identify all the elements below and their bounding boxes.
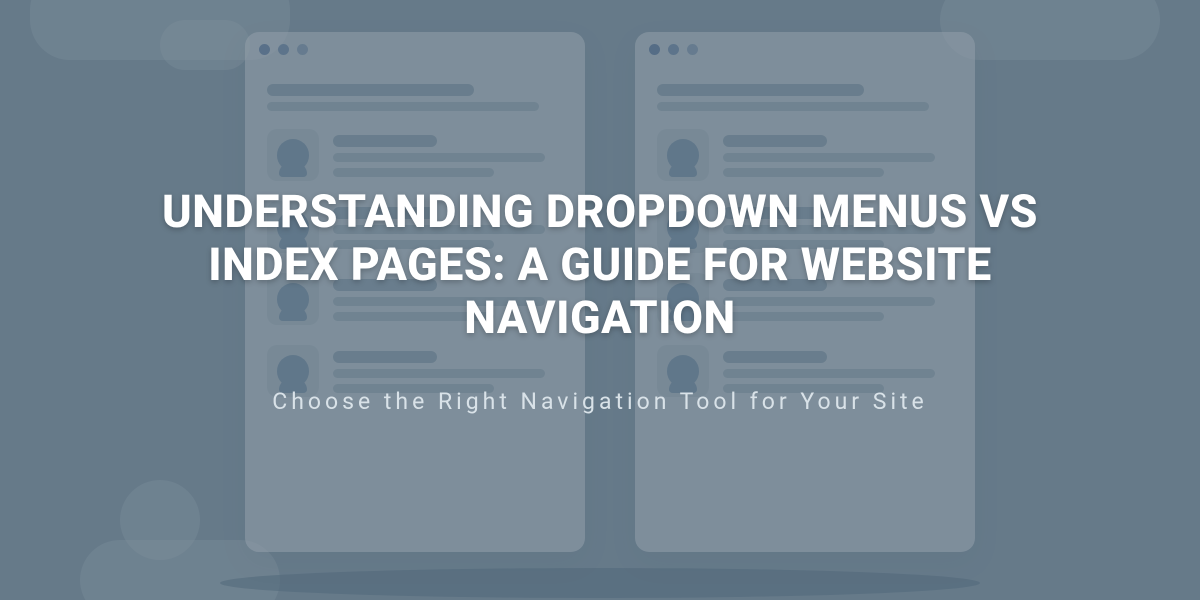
page-subtitle: Choose the Right Navigation Tool for You… [272,388,928,415]
hero-banner: UNDERSTANDING DROPDOWN MENUS VS INDEX PA… [0,0,1200,600]
hero-text-block: UNDERSTANDING DROPDOWN MENUS VS INDEX PA… [0,0,1200,600]
page-title: UNDERSTANDING DROPDOWN MENUS VS INDEX PA… [150,185,1050,344]
